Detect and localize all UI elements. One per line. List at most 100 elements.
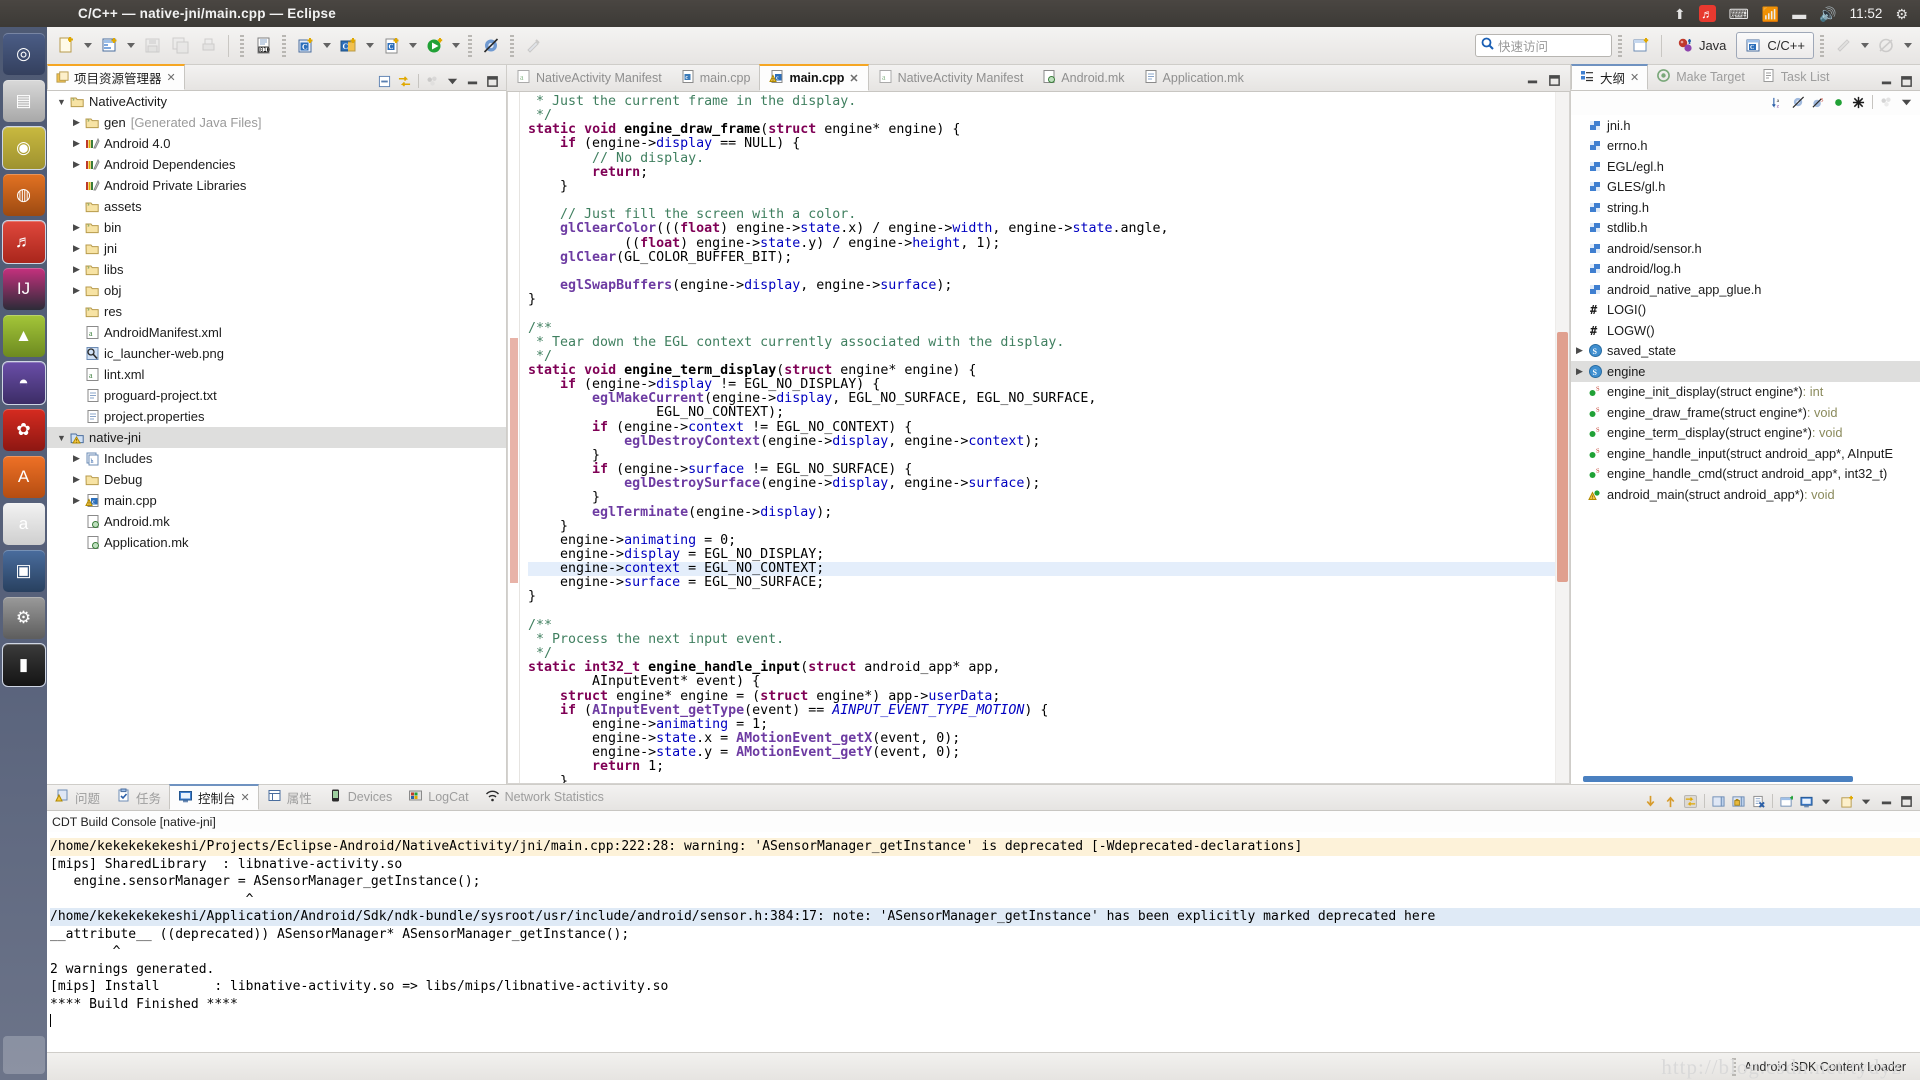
open-element-dropdown-icon[interactable]	[363, 34, 376, 58]
console-tab-5[interactable]: LogCat	[400, 784, 476, 810]
status-drag-handle[interactable]	[1732, 1057, 1737, 1076]
source-code[interactable]: * Just the current frame in the display.…	[520, 92, 1555, 783]
outline-item-saved-state[interactable]: Ssaved_state	[1571, 341, 1920, 362]
run-button[interactable]	[421, 33, 447, 59]
open-console-icon[interactable]	[1780, 795, 1793, 808]
toolbar-drag-handle-3[interactable]	[468, 34, 472, 57]
maximize-editor-icon[interactable]	[1548, 74, 1561, 87]
chevron-right-icon[interactable]	[70, 453, 83, 464]
editor-tab-1[interactable]: c main.cpp	[671, 64, 760, 91]
outline-item-engine-handle-input-struct-android-app-ainpute[interactable]: Sengine_handle_input(struct android_app*…	[1571, 443, 1920, 464]
outline-tab-2[interactable]: Task List	[1753, 64, 1838, 90]
ubuntu-dash-icon[interactable]: ◎	[2, 33, 45, 75]
editor-tab-2[interactable]: c! main.cpp ✕	[759, 64, 869, 91]
editor-vertical-scrollbar[interactable]	[1556, 92, 1569, 783]
tree-item-libs[interactable]: s libs	[47, 259, 506, 280]
tree-item-android-mk[interactable]: Android.mk	[47, 511, 506, 532]
toolbar-drag-handle-4[interactable]	[510, 34, 514, 57]
intellij-idea-icon[interactable]: IJ	[2, 268, 45, 310]
external-tools-button[interactable]	[520, 33, 546, 59]
perspective-drag-handle[interactable]	[1617, 34, 1622, 57]
tree-item-debug[interactable]: Debug	[47, 469, 506, 490]
maximize-outline-icon[interactable]	[1900, 75, 1913, 88]
collapse-all-icon[interactable]	[378, 75, 391, 88]
console-output[interactable]: /home/kekekekekeshi/Projects/Eclipse-And…	[47, 832, 1920, 1052]
android-studio-icon[interactable]: ▲	[2, 315, 45, 357]
scroll-lock-down-icon[interactable]	[1644, 795, 1657, 808]
build-all-dropdown-icon[interactable]	[320, 34, 333, 58]
outline-extra-icon[interactable]	[1880, 96, 1893, 109]
outline-item-logw[interactable]: # LOGW()	[1571, 320, 1920, 341]
editor-tab-4[interactable]: Android.mk	[1032, 64, 1133, 91]
toolbar-drag-handle-5[interactable]	[1820, 34, 1824, 57]
chrome-icon[interactable]: ◉	[1, 126, 46, 170]
new-wizard-button[interactable]	[96, 33, 122, 59]
new-wizard-dropdown-icon[interactable]	[124, 34, 137, 58]
open-element-button[interactable]: C	[335, 33, 361, 59]
outline-item-engine[interactable]: Sengine	[1571, 361, 1920, 382]
outline-item-android-sensor-h[interactable]: android/sensor.h	[1571, 238, 1920, 259]
close-icon[interactable]: ✕	[241, 791, 250, 804]
tree-item-proguard-project-txt[interactable]: proguard-project.txt	[47, 385, 506, 406]
hide-macros-icon[interactable]	[1852, 96, 1865, 109]
battery-icon[interactable]: ▬	[1792, 7, 1806, 21]
sort-icon[interactable]: az	[1772, 96, 1785, 109]
outline-item-string-h[interactable]: string.h	[1571, 197, 1920, 218]
maximize-console-icon[interactable]	[1900, 795, 1913, 808]
view-menu-icon[interactable]	[446, 75, 459, 88]
outline-tab-1[interactable]: Make Target	[1648, 64, 1753, 90]
pin-console-icon[interactable]	[1684, 794, 1697, 808]
console-tab-0[interactable]: 问题	[47, 784, 108, 810]
editor-tab-5[interactable]: Application.mk	[1134, 64, 1253, 91]
save-console-icon[interactable]	[1712, 795, 1725, 808]
display-console-menu-icon[interactable]	[1820, 795, 1833, 808]
outline-tab-0[interactable]: 大纲 ✕	[1571, 64, 1649, 90]
hide-nonpublic-icon[interactable]	[1832, 96, 1845, 109]
outline-item-jni-h[interactable]: jni.h	[1571, 115, 1920, 136]
firefox-icon[interactable]: ◍	[2, 174, 45, 216]
chevron-right-icon[interactable]	[70, 474, 83, 485]
chevron-right-icon[interactable]	[70, 243, 83, 254]
tree-item-main-cpp[interactable]: c! main.cpp	[47, 490, 506, 511]
outline-item-egl-egl-h[interactable]: EGL/egl.h	[1571, 156, 1920, 177]
minimize-icon[interactable]	[466, 75, 479, 88]
clock[interactable]: 11:52	[1850, 6, 1883, 21]
link-with-editor-icon[interactable]	[398, 75, 411, 88]
perspective-cpp[interactable]: C C/C++	[1736, 32, 1814, 59]
new-console-view-icon[interactable]	[1840, 795, 1853, 808]
close-icon[interactable]: ✕	[849, 72, 858, 85]
new-c-class-button[interactable]: C	[378, 33, 404, 59]
display-console-icon[interactable]	[1800, 795, 1813, 808]
tree-item-androidmanifest-xml[interactable]: a AndroidManifest.xml	[47, 322, 506, 343]
build-all-button[interactable]: C	[292, 33, 318, 59]
editor-tab-3[interactable]: a NativeActivity Manifest	[869, 64, 1033, 91]
tree-item-ic-launcher-web-png[interactable]: ic_launcher-web.png	[47, 343, 506, 364]
console-tab-4[interactable]: Devices	[320, 784, 400, 810]
chevron-right-icon[interactable]	[1573, 366, 1586, 377]
skip-breakpoints-button[interactable]	[478, 33, 504, 59]
save-all-button[interactable]	[167, 33, 193, 59]
outline-item-logi[interactable]: # LOGI()	[1571, 300, 1920, 321]
tree-item-project-properties[interactable]: project.properties	[47, 406, 506, 427]
chevron-right-icon[interactable]	[70, 285, 83, 296]
open-perspective-button[interactable]	[1628, 33, 1654, 59]
tab-project-explorer[interactable]: 项目资源管理器 ✕	[47, 64, 185, 90]
console-tab-6[interactable]: Network Statistics	[477, 784, 612, 810]
tree-item-application-mk[interactable]: Application.mk	[47, 532, 506, 553]
chevron-right-icon[interactable]	[1573, 345, 1586, 356]
console-tab-3[interactable]: 属性	[259, 784, 320, 810]
tree-item-bin[interactable]: s bin	[47, 217, 506, 238]
clear-console-icon[interactable]	[1752, 795, 1765, 808]
tree-item-native-jni[interactable]: ! native-jni	[47, 427, 506, 448]
toolbar-drag-handle-2[interactable]	[282, 34, 286, 57]
outline-tree[interactable]: jni.h errno.h EGL/egl.h GLES/gl.h string.h st…	[1571, 115, 1920, 774]
wifi-icon[interactable]: 📶	[1762, 7, 1779, 21]
chevron-right-icon[interactable]	[70, 222, 83, 233]
outline-item-android-log-h[interactable]: android/log.h	[1571, 259, 1920, 280]
outline-item-engine-term-display-struct-engine[interactable]: Sengine_term_display(struct engine*) : v…	[1571, 423, 1920, 444]
new-file-button[interactable]	[53, 33, 79, 59]
chevron-right-icon[interactable]	[70, 264, 83, 275]
close-icon[interactable]: ✕	[1630, 71, 1639, 84]
run-dropdown-icon[interactable]	[449, 34, 462, 58]
maximize-icon[interactable]	[486, 75, 499, 88]
